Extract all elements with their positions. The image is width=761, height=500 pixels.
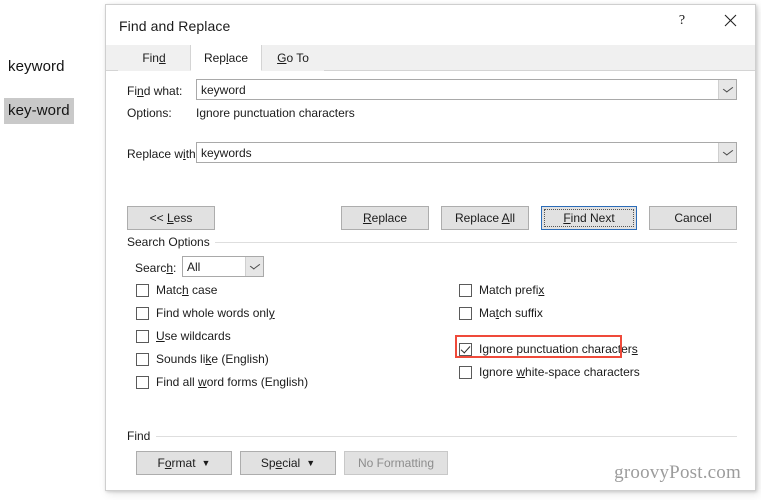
dialog-titlebar: Find and Replace ? — [106, 5, 755, 45]
format-button-label: Format — [157, 456, 196, 470]
checkbox-label: Use wildcards — [156, 329, 231, 343]
search-scope-value: All — [187, 259, 201, 274]
no-formatting-button: No Formatting — [344, 451, 448, 475]
find-what-input[interactable]: keyword — [196, 79, 737, 100]
options-value: Ignore punctuation characters — [196, 106, 355, 120]
checkbox-match-prefix[interactable]: Match prefix — [459, 282, 544, 298]
format-button[interactable]: Format ▼ — [136, 451, 232, 475]
document-word-keyword: keyword — [8, 58, 65, 75]
checkbox-ignore-punctuation-characters[interactable]: Ignore punctuation characters — [459, 341, 638, 357]
checkbox-match-suffix[interactable]: Match suffix — [459, 305, 543, 321]
find-what-label: Find what: — [127, 84, 183, 98]
checkbox-label: Find all word forms (English) — [156, 375, 309, 389]
checkbox-label: Match suffix — [479, 306, 543, 320]
help-icon[interactable]: ? — [659, 5, 705, 36]
chevron-down-icon[interactable] — [718, 80, 736, 99]
close-icon[interactable] — [707, 5, 753, 36]
checkbox-box — [459, 306, 472, 320]
focus-ring — [544, 209, 634, 227]
less-button-label: << Less — [149, 211, 193, 225]
dialog-tabstrip: Find Replace Go To — [106, 45, 755, 71]
chevron-down-icon[interactable] — [718, 143, 736, 162]
checkbox-box — [136, 352, 149, 366]
checkbox-label: Match case — [156, 283, 218, 297]
checkbox-box — [459, 283, 472, 297]
tab-replace[interactable]: Replace — [190, 45, 262, 71]
checkbox-box — [459, 342, 472, 356]
replace-button-label: Replace — [362, 211, 408, 225]
replace-button[interactable]: Replace — [341, 206, 429, 230]
search-options-group-divider — [210, 242, 737, 243]
checkbox-find-all-word-forms[interactable]: Find all word forms (English) — [136, 374, 308, 390]
replace-with-label: Replace with: — [127, 147, 200, 161]
tab-find[interactable]: Find — [118, 45, 190, 71]
find-and-replace-dialog: Find and Replace ? Find Replace Go To Fi… — [105, 4, 756, 491]
checkbox-label: Ignore white-space characters — [479, 365, 640, 379]
find-group-divider — [156, 436, 737, 437]
find-next-button[interactable]: Find Next — [541, 206, 637, 230]
caret-down-icon: ▼ — [201, 458, 211, 468]
checkbox-label: Ignore punctuation characters — [479, 342, 638, 356]
replace-all-button-label: Replace All — [454, 211, 516, 225]
search-options-group-label: Search Options — [127, 235, 215, 249]
tab-go-to-label: Go To — [277, 51, 309, 65]
replace-with-input[interactable]: keywords — [196, 142, 737, 163]
watermark: groovyPost.com — [614, 462, 741, 483]
checkbox-ignore-white-space-characters[interactable]: Ignore white-space characters — [459, 364, 640, 380]
checkbox-match-case[interactable]: Match case — [136, 282, 217, 298]
search-scope-select[interactable]: All — [182, 256, 264, 277]
cancel-button[interactable]: Cancel — [649, 206, 737, 230]
special-button-label: Special — [260, 456, 301, 470]
checkbox-box — [136, 329, 149, 343]
less-button[interactable]: << Less — [127, 206, 215, 230]
checkbox-find-whole-words-only[interactable]: Find whole words only — [136, 305, 275, 321]
replace-all-button[interactable]: Replace All — [441, 206, 529, 230]
checkbox-sounds-like[interactable]: Sounds like (English) — [136, 351, 269, 367]
special-button[interactable]: Special ▼ — [240, 451, 336, 475]
replace-with-value: keywords — [201, 145, 252, 160]
chevron-down-icon[interactable] — [245, 257, 263, 276]
checkbox-use-wildcards[interactable]: Use wildcards — [136, 328, 231, 344]
options-label: Options: — [127, 106, 172, 120]
checkbox-label: Find whole words only — [156, 306, 275, 320]
checkbox-label: Match prefix — [479, 283, 545, 297]
dialog-body: Find what: keyword Options: Ignore punct… — [106, 71, 755, 490]
find-group-label: Find — [127, 429, 156, 443]
find-what-value: keyword — [201, 82, 246, 97]
checkbox-box — [136, 306, 149, 320]
checkbox-box — [136, 283, 149, 297]
tab-find-label: Find — [142, 51, 166, 65]
checkbox-box — [136, 375, 149, 389]
dialog-title: Find and Replace — [119, 18, 231, 34]
caret-down-icon: ▼ — [306, 458, 316, 468]
search-scope-label: Search: — [135, 261, 177, 275]
checkbox-label: Sounds like (English) — [156, 352, 269, 366]
tab-replace-label: Replace — [203, 50, 249, 65]
tab-go-to[interactable]: Go To — [262, 45, 324, 71]
checkbox-box — [459, 365, 472, 379]
document-word-key-word-selected: key-word — [4, 98, 74, 124]
